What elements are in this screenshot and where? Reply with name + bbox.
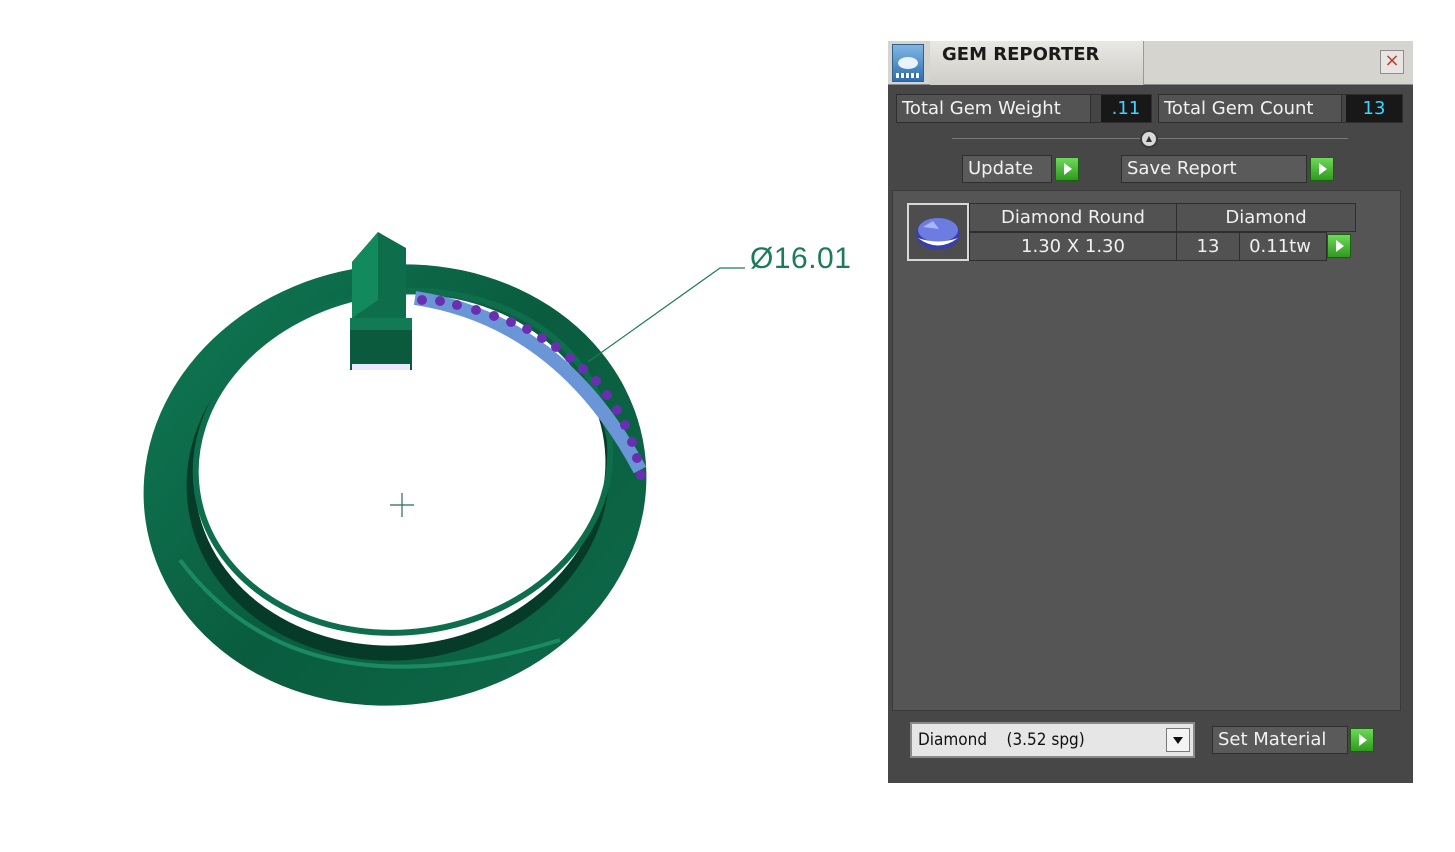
3d-viewport[interactable]: Ø16.01: [0, 0, 880, 852]
round-gem-thumbnail-icon: [907, 203, 969, 261]
material-select-value: Diamond (3.52 spg): [918, 730, 1085, 750]
total-gem-count-label: Total Gem Count: [1159, 95, 1342, 122]
ring-model: [143, 232, 745, 706]
list-item[interactable]: Diamond Round Diamond 1.30 X 1.30 13 0.1…: [907, 203, 1356, 261]
gem-reporter-panel: GEM REPORTER × Total Gem Weight .11 Tota…: [888, 41, 1413, 783]
gem-count-cell: 13: [1176, 232, 1240, 261]
close-button[interactable]: ×: [1380, 50, 1404, 74]
save-report-button-label: Save Report: [1127, 158, 1237, 179]
update-button[interactable]: Update: [962, 155, 1079, 183]
diameter-dimension-label[interactable]: Ø16.01: [750, 242, 851, 276]
collapse-toggle-icon[interactable]: ▲: [1140, 130, 1158, 148]
gem-list[interactable]: Diamond Round Diamond 1.30 X 1.30 13 0.1…: [892, 190, 1401, 711]
update-go-icon[interactable]: [1055, 157, 1079, 181]
chevron-down-icon[interactable]: [1166, 728, 1190, 752]
save-report-go-icon[interactable]: [1310, 157, 1334, 181]
gem-shape-cell: Diamond Round: [969, 203, 1177, 232]
panel-titlebar[interactable]: GEM REPORTER ×: [888, 41, 1413, 85]
total-gem-weight-value: .11: [1101, 95, 1151, 122]
gem-size-cell: 1.30 X 1.30: [969, 232, 1177, 261]
panel-title: GEM REPORTER: [942, 44, 1100, 65]
set-material-button-label: Set Material: [1218, 729, 1327, 750]
total-gem-weight-label: Total Gem Weight: [897, 95, 1091, 122]
gem-reporter-app-icon: [892, 44, 924, 82]
update-button-label: Update: [968, 158, 1034, 179]
total-gem-count-box: Total Gem Count 13: [1158, 94, 1403, 123]
set-material-button[interactable]: Set Material: [1212, 726, 1348, 754]
save-report-button[interactable]: Save Report: [1121, 155, 1334, 183]
gem-row-go-icon[interactable]: [1327, 234, 1351, 258]
gem-weight-cell: 0.11tw: [1239, 232, 1327, 261]
total-gem-count-value: 13: [1346, 95, 1402, 122]
total-gem-weight-box: Total Gem Weight .11: [896, 94, 1152, 123]
gem-material-cell: Diamond: [1176, 203, 1356, 232]
material-select[interactable]: Diamond (3.52 spg): [910, 722, 1195, 758]
set-material-go-icon[interactable]: [1350, 728, 1374, 752]
